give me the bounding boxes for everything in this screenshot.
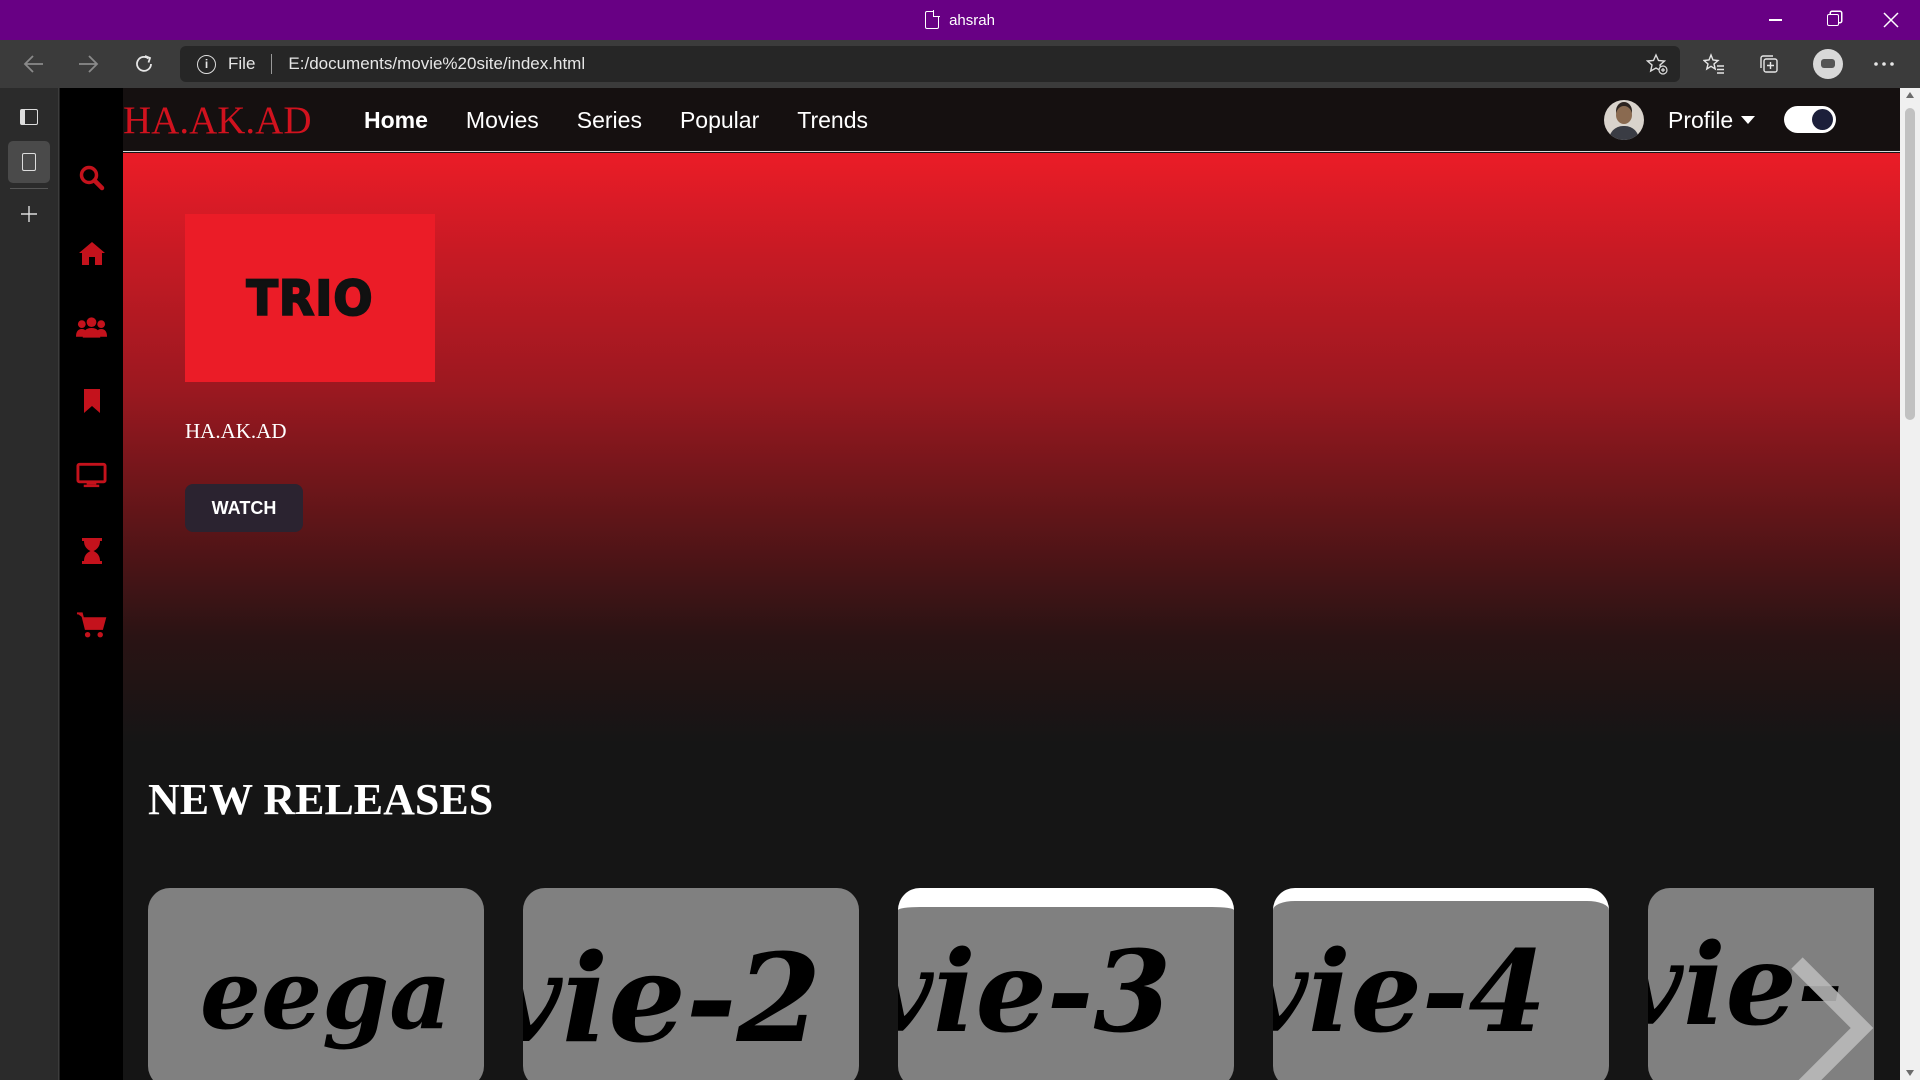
search-icon[interactable] [76, 162, 107, 193]
theme-toggle[interactable] [1784, 106, 1836, 133]
carousel-next-icon[interactable] [1787, 953, 1877, 1080]
movie-card-title: vie-3 [898, 927, 1172, 1058]
tab-actions-button[interactable] [8, 96, 50, 138]
hourglass-icon[interactable] [76, 535, 107, 566]
favorites-button[interactable] [1696, 46, 1732, 82]
close-button[interactable] [1862, 0, 1920, 40]
restore-icon [1827, 14, 1839, 26]
movie-card[interactable]: eega [148, 888, 484, 1080]
info-icon[interactable]: i [197, 54, 216, 74]
profile-menu[interactable]: Profile [1604, 99, 1756, 141]
more-dots-icon [1874, 62, 1894, 66]
nav-series[interactable]: Series [577, 107, 642, 134]
back-arrow-icon [23, 55, 43, 73]
movie-card-title: vie-4 [1273, 927, 1547, 1058]
page-scrollbar[interactable] [1900, 88, 1920, 1080]
forward-arrow-icon [79, 55, 99, 73]
watch-button[interactable]: WATCH [185, 484, 303, 532]
site-sidebar [60, 88, 123, 1080]
nav-movies[interactable]: Movies [466, 107, 539, 134]
tab-actions-icon [20, 109, 38, 125]
plus-icon [21, 206, 37, 222]
address-bar[interactable]: i File E:/documents/movie%20site/index.h… [180, 46, 1680, 82]
toggle-knob [1812, 109, 1833, 130]
back-button[interactable] [16, 46, 52, 82]
home-icon[interactable] [76, 237, 107, 268]
browser-toolbar: i File E:/documents/movie%20site/index.h… [0, 40, 1920, 88]
minimize-button[interactable] [1746, 0, 1804, 40]
reload-button[interactable] [126, 46, 162, 82]
profile-label[interactable]: Profile [1668, 107, 1733, 134]
movie-card-title: vie-2 [523, 926, 822, 1070]
scroll-down-icon[interactable] [1906, 1070, 1914, 1076]
nav-trends[interactable]: Trends [797, 107, 868, 134]
reload-icon [136, 55, 152, 72]
chevron-down-icon[interactable] [1741, 116, 1756, 124]
collections-button[interactable] [1751, 46, 1787, 82]
tab-current-page[interactable] [8, 141, 50, 183]
window-title-bar: ahsrah [0, 0, 1920, 40]
featured-poster[interactable]: TRIO [185, 214, 435, 382]
movie-card[interactable]: vie-2 [523, 888, 859, 1080]
site-navbar: HA.AK.AD Home Movies Series Popular Tren… [123, 88, 1900, 152]
hero-banner: TRIO HA.AK.AD WATCH [123, 153, 1900, 743]
minimize-icon [1768, 19, 1782, 21]
vertical-tabs-strip [0, 88, 59, 1080]
favorites-icon [1703, 53, 1724, 74]
close-icon [1883, 12, 1899, 28]
cart-icon[interactable] [76, 609, 107, 640]
add-favorite-icon[interactable] [1646, 53, 1668, 75]
browser-avatar-icon [1813, 49, 1843, 79]
nav-home[interactable]: Home [364, 107, 428, 134]
section-title-new-releases: NEW RELEASES [148, 775, 494, 824]
forward-button[interactable] [70, 46, 106, 82]
site-logo[interactable]: HA.AK.AD [123, 98, 312, 143]
nav-popular[interactable]: Popular [680, 107, 759, 134]
hero-description: HA.AK.AD [185, 419, 287, 443]
restore-button[interactable] [1804, 0, 1862, 40]
more-menu-button[interactable] [1866, 46, 1902, 82]
movie-card[interactable]: vie-3 [898, 888, 1234, 1080]
bookmark-icon[interactable] [76, 385, 107, 416]
new-tab-button[interactable] [8, 193, 50, 235]
browser-profile-button[interactable] [1810, 46, 1846, 82]
movie-card-title: eega [200, 938, 452, 1051]
users-icon[interactable] [76, 311, 107, 342]
poster-title: TRIO [245, 269, 374, 328]
scrollbar-thumb[interactable] [1905, 108, 1915, 420]
window-title: ahsrah [949, 11, 995, 29]
url-text[interactable]: E:/documents/movie%20site/index.html [288, 54, 585, 74]
main-menu: Home Movies Series Popular Trends [364, 88, 868, 152]
scroll-up-icon[interactable] [1906, 92, 1914, 98]
page-viewport: HA.AK.AD Home Movies Series Popular Tren… [60, 88, 1900, 1080]
address-separator [271, 54, 273, 74]
tv-icon[interactable] [76, 459, 107, 490]
avatar[interactable] [1604, 100, 1644, 140]
page-icon [22, 153, 36, 171]
tab-divider [10, 188, 48, 189]
movie-card[interactable]: vie-4 [1273, 888, 1609, 1080]
collections-icon [1760, 55, 1778, 73]
file-label: File [228, 54, 256, 73]
document-icon [925, 10, 941, 29]
window-title-area: ahsrah [0, 0, 1920, 40]
